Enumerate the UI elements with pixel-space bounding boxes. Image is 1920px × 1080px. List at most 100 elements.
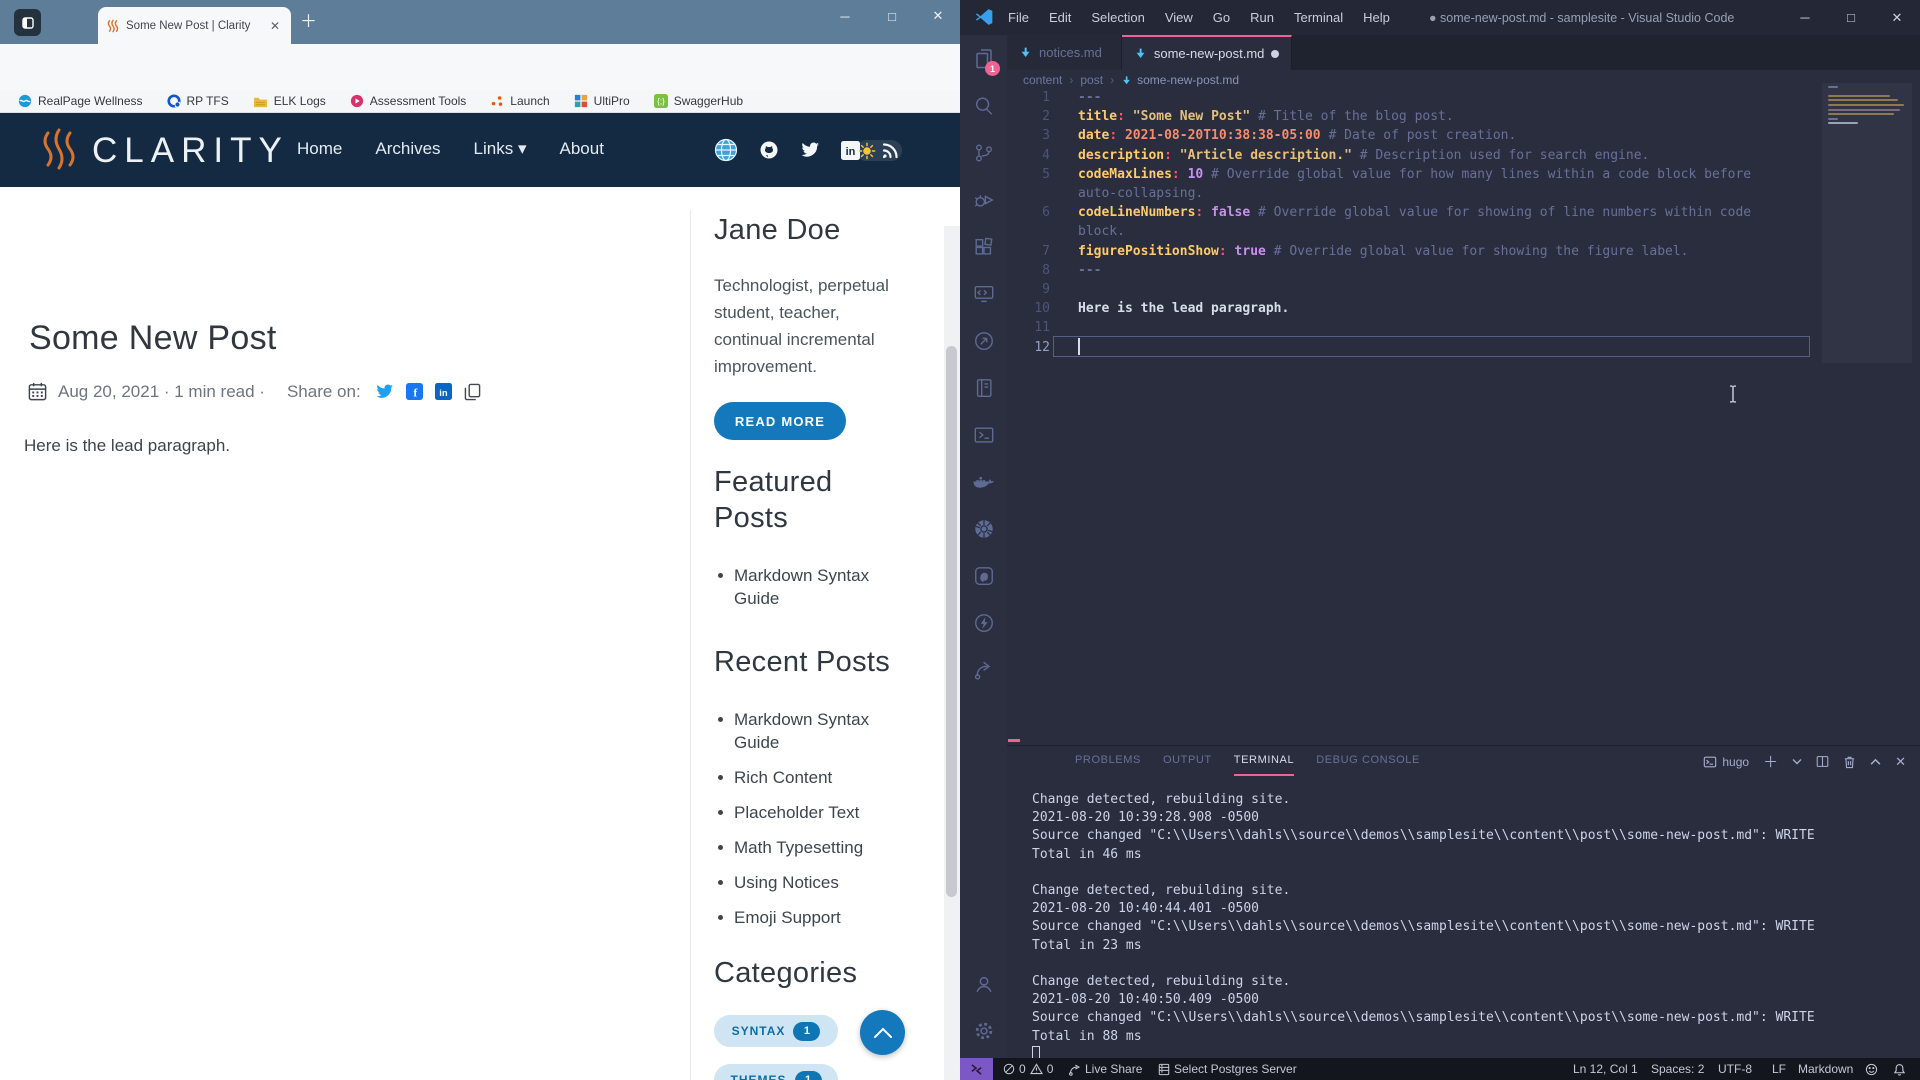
twitter-icon[interactable]: [800, 142, 820, 159]
panel-tab-terminal[interactable]: TERMINAL: [1234, 754, 1294, 776]
page-scrollbar-thumb[interactable]: [946, 346, 957, 897]
browser-maximize-button[interactable]: □: [872, 0, 912, 32]
accounts-icon[interactable]: [960, 960, 1007, 1007]
tab-close-icon[interactable]: ✕: [267, 19, 283, 33]
code-editor[interactable]: 1---2title: "Some New Post" # Title of t…: [1030, 88, 1830, 357]
scroll-to-top-button[interactable]: [860, 1010, 905, 1055]
breadcrumb[interactable]: content› post› some-new-post.md: [1023, 70, 1239, 90]
post-link[interactable]: Math Typesetting: [714, 836, 874, 859]
docker-icon[interactable]: [960, 458, 1007, 505]
vscode-close-button[interactable]: ✕: [1875, 0, 1919, 35]
menu-file[interactable]: File: [998, 10, 1039, 25]
nav-about[interactable]: About: [560, 139, 604, 159]
post-link[interactable]: Using Notices: [714, 871, 874, 894]
editor-line[interactable]: 4description: "Article description." # D…: [1030, 146, 1830, 165]
menu-selection[interactable]: Selection: [1081, 10, 1154, 25]
nav-archives[interactable]: Archives: [375, 139, 440, 159]
clarity-logo-steam-icon[interactable]: [38, 127, 80, 173]
panel-tab-problems[interactable]: PROBLEMS: [1075, 754, 1141, 776]
category-pill-syntax[interactable]: SYNTAX1: [714, 1015, 838, 1047]
notifications-bell-icon[interactable]: [1893, 1058, 1906, 1080]
new-terminal-icon[interactable]: ＋: [1763, 751, 1778, 772]
panel-tab-debug-console[interactable]: DEBUG CONSOLE: [1316, 754, 1420, 776]
menu-view[interactable]: View: [1155, 10, 1203, 25]
editor-line[interactable]: 10Here is the lead paragraph.: [1030, 299, 1830, 318]
nav-home[interactable]: Home: [297, 139, 342, 159]
gitlens-icon[interactable]: [960, 317, 1007, 364]
thunder-client-icon[interactable]: [960, 599, 1007, 646]
share-icon[interactable]: [960, 646, 1007, 693]
eol-status[interactable]: LF: [1772, 1058, 1786, 1080]
browser-minimize-button[interactable]: ─: [825, 0, 865, 32]
language-globe-icon[interactable]: [714, 138, 738, 162]
explorer-icon[interactable]: 1: [960, 35, 1007, 82]
language-mode-status[interactable]: Markdown: [1798, 1058, 1853, 1080]
post-link[interactable]: Markdown Syntax Guide: [714, 708, 874, 754]
github-icon[interactable]: [759, 140, 779, 160]
share-linkedin-icon[interactable]: in: [435, 383, 452, 400]
editor-line[interactable]: 2title: "Some New Post" # Title of the b…: [1030, 107, 1830, 126]
nav-links[interactable]: Links ▾: [474, 139, 527, 159]
category-pill-themes[interactable]: THEMES1: [714, 1064, 838, 1080]
tab-notices[interactable]: notices.md: [1007, 35, 1122, 70]
theme-toggle[interactable]: [856, 140, 902, 161]
settings-gear-icon[interactable]: [960, 1007, 1007, 1054]
close-panel-icon[interactable]: ✕: [1895, 754, 1906, 770]
editor-line[interactable]: 6codeLineNumbers: false # Override globa…: [1030, 203, 1830, 241]
kill-terminal-icon[interactable]: [1843, 755, 1856, 769]
bookmark-fav-launch[interactable]: Launch: [490, 94, 549, 108]
editor-line[interactable]: 3date: 2021-08-20T10:38:38-05:00 # Date …: [1030, 126, 1830, 145]
site-brand[interactable]: CLARITY: [92, 131, 289, 171]
editor-line[interactable]: 11: [1030, 318, 1830, 337]
split-terminal-icon[interactable]: [1816, 755, 1829, 768]
menu-edit[interactable]: Edit: [1039, 10, 1081, 25]
copy-link-icon[interactable]: [464, 383, 481, 401]
bookmark-fav-swagger[interactable]: {;}SwaggerHub: [654, 94, 743, 108]
editor-line[interactable]: 5codeMaxLines: 10 # Override global valu…: [1030, 165, 1830, 203]
bookmark-fav-wellness[interactable]: RealPage Wellness: [18, 94, 143, 108]
bookmark-fav-ultipro[interactable]: UltiPro: [574, 94, 630, 108]
share-facebook-icon[interactable]: f: [406, 383, 423, 400]
notebook-icon[interactable]: [960, 364, 1007, 411]
page-scrollbar[interactable]: [944, 226, 960, 1080]
modified-dot-icon[interactable]: [1271, 50, 1279, 58]
run-debug-icon[interactable]: [960, 176, 1007, 223]
vscode-minimize-button[interactable]: ─: [1783, 0, 1827, 35]
bookmark-fav-tfs[interactable]: RP TFS: [167, 94, 229, 108]
extensions-icon[interactable]: [960, 223, 1007, 270]
workspaces-menu-icon[interactable]: [14, 9, 41, 36]
share-twitter-icon[interactable]: [375, 384, 394, 400]
terminal-dropdown-icon[interactable]: [1792, 758, 1802, 765]
feedback-smiley-icon[interactable]: [1865, 1058, 1878, 1080]
post-link[interactable]: Placeholder Text: [714, 801, 874, 824]
menu-go[interactable]: Go: [1203, 10, 1240, 25]
postgresql-icon[interactable]: [960, 552, 1007, 599]
editor-line[interactable]: 9: [1030, 280, 1830, 299]
minimap[interactable]: [1822, 83, 1912, 363]
editor-line[interactable]: 12: [1030, 338, 1830, 357]
remote-explorer-icon[interactable]: [960, 270, 1007, 317]
editor-line[interactable]: 8---: [1030, 261, 1830, 280]
post-link[interactable]: Emoji Support: [714, 906, 874, 929]
panel-tab-output[interactable]: OUTPUT: [1163, 754, 1212, 776]
browser-tab[interactable]: Some New Post | Clarity ✕: [98, 7, 291, 44]
vscode-maximize-button[interactable]: □: [1829, 0, 1873, 35]
menu-help[interactable]: Help: [1353, 10, 1400, 25]
source-control-icon[interactable]: [960, 129, 1007, 176]
indentation-status[interactable]: Spaces: 2: [1651, 1058, 1704, 1080]
editor-line[interactable]: 1---: [1030, 88, 1830, 107]
postgres-status[interactable]: Select Postgres Server: [1158, 1058, 1297, 1080]
editor-line[interactable]: 7figurePositionShow: true # Override glo…: [1030, 242, 1830, 261]
live-share-status[interactable]: Live Share: [1068, 1058, 1142, 1080]
problems-status[interactable]: 0 0: [1003, 1058, 1053, 1080]
terminal-output[interactable]: Change detected, rebuilding site.2021-08…: [1032, 791, 1892, 1065]
post-link[interactable]: Markdown Syntax Guide: [714, 564, 874, 610]
kubernetes-icon[interactable]: [960, 505, 1007, 552]
maximize-panel-icon[interactable]: [1870, 758, 1881, 766]
search-icon[interactable]: [960, 82, 1007, 129]
powershell-icon[interactable]: [960, 411, 1007, 458]
encoding-status[interactable]: UTF-8: [1718, 1058, 1752, 1080]
tab-some-new-post[interactable]: some-new-post.md: [1122, 35, 1293, 70]
read-more-button[interactable]: READ MORE: [714, 402, 846, 440]
browser-close-button[interactable]: ✕: [918, 0, 958, 32]
